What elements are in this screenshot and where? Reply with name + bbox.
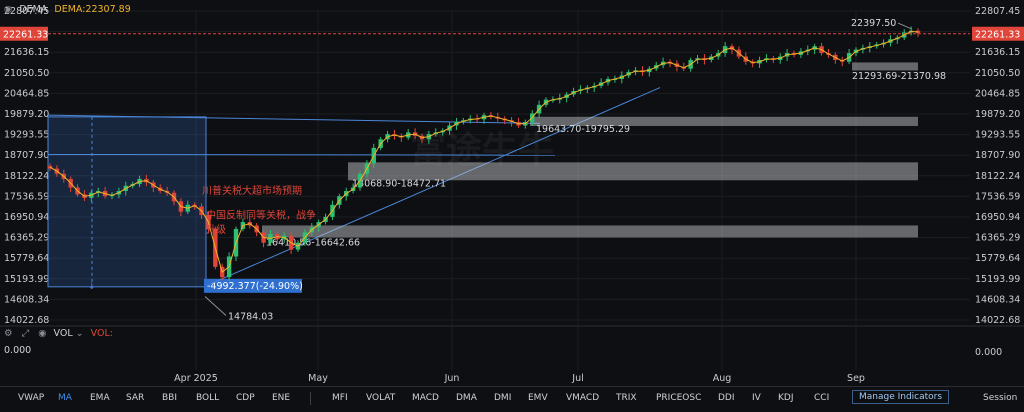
legend-indicator-name[interactable]: DEMA: [19, 4, 47, 15]
price-tick-right: 18122.24: [975, 171, 1020, 182]
toolbar-item-sar[interactable]: SAR: [126, 393, 144, 403]
legend-indicator-value: DEMA:22307.89: [54, 4, 131, 15]
price-tick-left: 14608.34: [4, 294, 49, 305]
price-tick-right: 19879.20: [975, 109, 1020, 120]
price-chart[interactable]: 22807.4522807.4522221.9122221.9121636.15…: [0, 0, 1024, 386]
toolbar-item-mfi[interactable]: MFI: [332, 393, 348, 403]
toolbar-item-trix[interactable]: TRIX: [616, 393, 637, 403]
price-zone: [852, 62, 918, 71]
price-tick-left: 16950.94: [4, 212, 49, 223]
toolbar-item-ddi[interactable]: DDI: [718, 393, 735, 403]
price-tick-left: 15193.99: [4, 274, 49, 285]
eye-icon[interactable]: ◉: [4, 4, 12, 15]
high-leader: [897, 22, 913, 30]
measure-label: -4992.377(-24.90%): [207, 281, 303, 292]
price-tick-left: 18122.24: [4, 171, 49, 182]
price-tick-left: 14022.68: [4, 315, 49, 326]
time-label: Apr 2025: [174, 373, 218, 384]
news-annotation: 中国反制同等关税，战争: [206, 209, 316, 222]
price-tick-right: 18707.90: [975, 150, 1020, 161]
toolbar-item-iv[interactable]: IV: [752, 393, 761, 403]
price-tick-right: 15779.64: [975, 253, 1020, 264]
time-label: Sep: [847, 373, 865, 384]
price-tick-right: 14608.34: [975, 294, 1020, 305]
high-label: 22397.50: [851, 18, 896, 29]
zone-label: 21293.69-21370.98: [852, 71, 946, 82]
zone-label: 19643.70-19795.29: [536, 124, 630, 135]
toolbar-item-ma[interactable]: MA: [58, 393, 72, 403]
toolbar-item-cci[interactable]: CCI: [814, 393, 829, 403]
toolbar-item-dma[interactable]: DMA: [456, 393, 477, 403]
current-price-tag-left: 22261.33: [3, 30, 48, 41]
time-label: Aug: [713, 373, 732, 384]
zone-label: 16410.56-16642.66: [266, 237, 360, 248]
toolbar-item-vwap[interactable]: VWAP: [18, 393, 44, 403]
expand-icon[interactable]: ⤢: [22, 328, 30, 339]
toolbar-item-kdj[interactable]: KDJ: [778, 393, 794, 403]
price-tick-right: 14022.68: [975, 315, 1020, 326]
measure-arrow-head: ↓: [88, 282, 96, 292]
price-tick-left: 21050.50: [4, 68, 49, 79]
volume-legend: ⚙ ⤢ ◉ VOL ⌄ VOL: 0.000: [4, 328, 113, 356]
price-tick-right: 20464.85: [975, 88, 1020, 99]
price-tick-right: 19293.55: [975, 130, 1020, 141]
price-tick-right: 22807.45: [975, 6, 1020, 17]
current-price-tag-right: 22261.33: [975, 30, 1020, 41]
price-tick-right: 16950.94: [975, 212, 1020, 223]
price-zone: [262, 225, 918, 238]
time-label: Jun: [444, 373, 460, 384]
news-annotation: 升级: [206, 224, 226, 236]
volume-name[interactable]: VOL: [54, 328, 73, 339]
price-tick-right: 16365.29: [975, 233, 1020, 244]
time-label: Jul: [571, 373, 583, 384]
toolbar-item-emv[interactable]: EMV: [528, 393, 548, 403]
price-tick-right: 21050.50: [975, 68, 1020, 79]
time-label: May: [308, 373, 328, 384]
trend-line: [47, 153, 556, 156]
price-tick-left: 17536.59: [4, 191, 49, 202]
chevron-down-icon[interactable]: ⌄: [76, 328, 84, 339]
price-tick-right: 15193.99: [975, 274, 1020, 285]
toolbar-separator: [310, 392, 311, 405]
toolbar-item-priceosc[interactable]: PRICEOSC: [656, 393, 701, 403]
price-tick-left: 20464.85: [4, 88, 49, 99]
toolbar-item-ema[interactable]: EMA: [90, 393, 110, 403]
price-tick-left: 15779.64: [4, 253, 49, 264]
toolbar-item-cdp[interactable]: CDP: [236, 393, 255, 403]
low-label: 14784.03: [228, 312, 273, 323]
price-tick-left: 19879.20: [4, 109, 49, 120]
price-tick-right: 21636.15: [975, 47, 1020, 58]
toolbar-item-ene[interactable]: ENE: [272, 393, 290, 403]
news-annotation: 川普关税大超市场预期: [202, 184, 302, 197]
toolbar-item-boll[interactable]: BOLL: [196, 393, 219, 403]
toolbar-item-vmacd[interactable]: VMACD: [566, 393, 599, 403]
toolbar-item-bbi[interactable]: BBI: [162, 393, 177, 403]
manage-indicators-button[interactable]: Manage Indicators: [852, 390, 950, 404]
zone-label: 18068.90-18472.71: [352, 178, 446, 189]
session-button[interactable]: Session: [983, 393, 1017, 403]
toolbar-item-volat[interactable]: VOLAT: [366, 393, 395, 403]
volume-value-label: VOL:: [90, 328, 113, 339]
toolbar-item-macd[interactable]: MACD: [412, 393, 439, 403]
volume-value: 0.000: [4, 345, 32, 356]
settings-icon[interactable]: ⚙: [4, 328, 13, 339]
volume-axis-value: 0.000: [975, 347, 1002, 358]
price-tick-right: 17536.59: [975, 191, 1020, 202]
indicator-legend: ◉ DEMA DEMA:22307.89: [4, 4, 131, 15]
indicator-toolbar: VWAP MA EMA SAR BBI BOLL CDP ENE MFI VOLAT MACD DMA…: [0, 386, 1024, 412]
price-tick-left: 19293.55: [4, 130, 49, 141]
price-tick-left: 21636.15: [4, 47, 49, 58]
price-tick-left: 16365.29: [4, 233, 49, 244]
price-tick-left: 18707.90: [4, 150, 49, 161]
toolbar-item-dmi[interactable]: DMI: [494, 393, 511, 403]
eye-icon[interactable]: ◉: [38, 328, 46, 339]
